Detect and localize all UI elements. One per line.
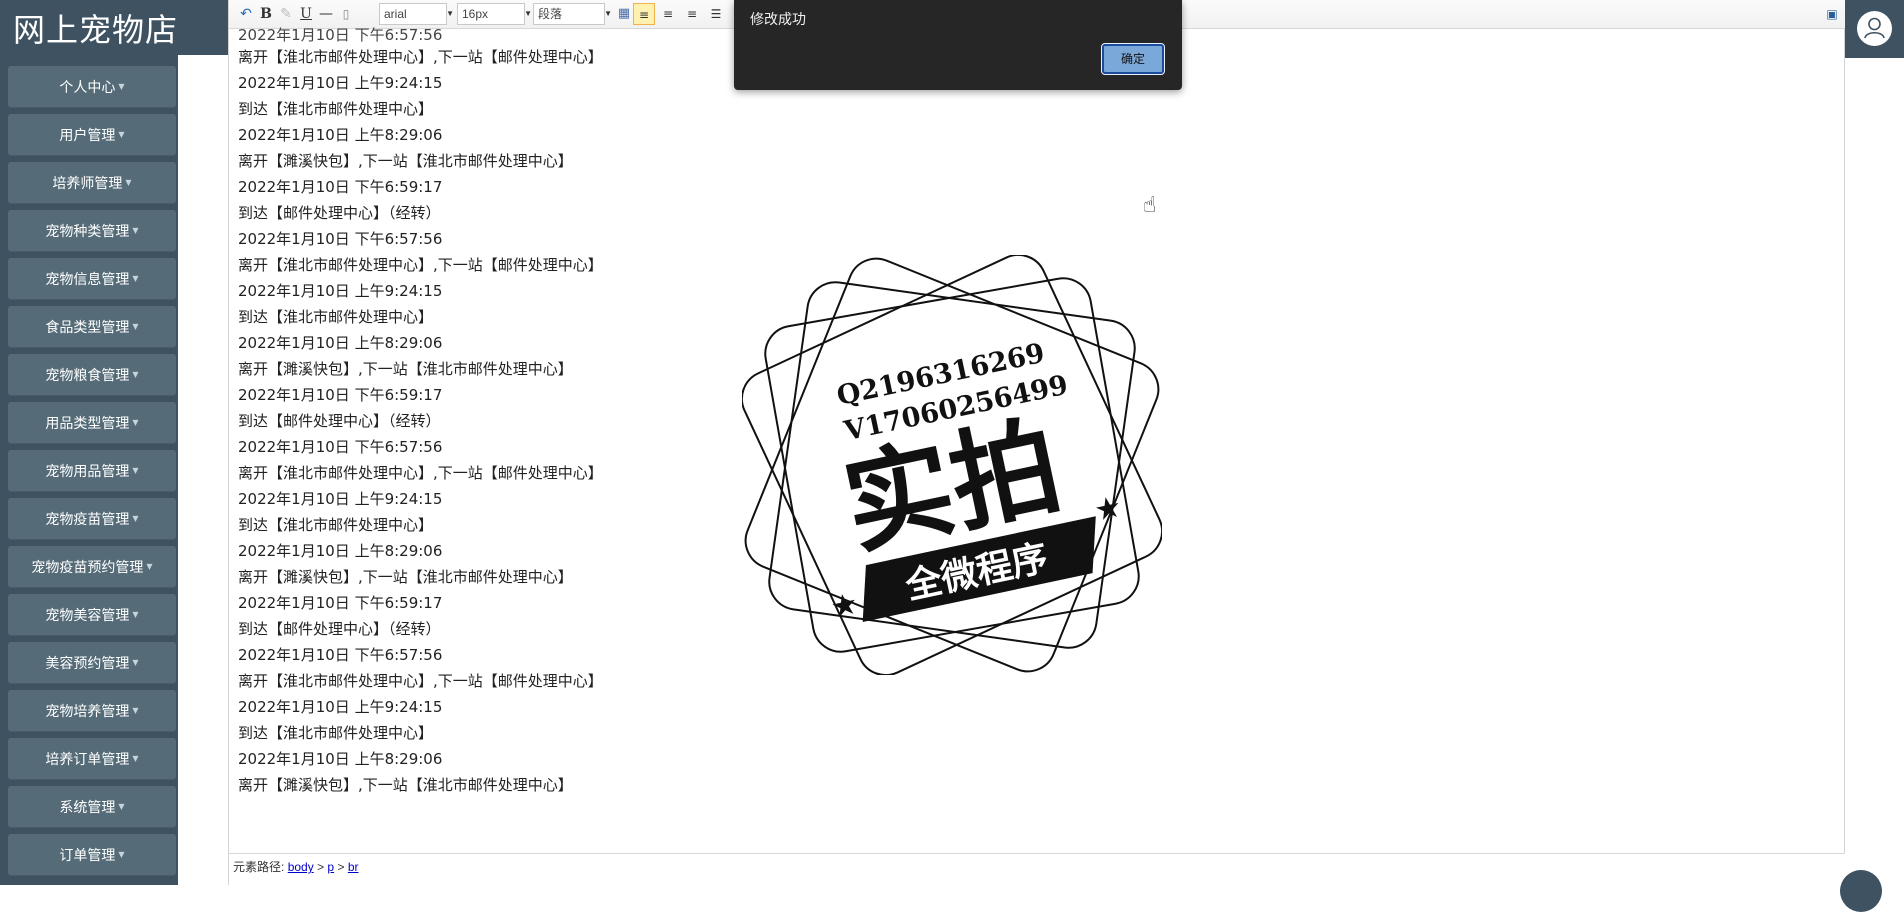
content-line: 到达【淮北市邮件处理中心】 bbox=[238, 516, 434, 534]
content-line: 2022年1月10日 下午6:57:56 bbox=[238, 26, 443, 44]
undo-icon[interactable]: ↶ bbox=[235, 3, 257, 25]
caret-down-icon: ▼ bbox=[132, 754, 139, 763]
dropdown-arrow-icon: ▼ bbox=[446, 9, 454, 18]
caret-down-icon: ▼ bbox=[132, 274, 139, 283]
fullscreen-icon[interactable]: ▣ bbox=[1821, 3, 1843, 25]
table-icon[interactable]: ▦ bbox=[613, 3, 635, 25]
sidebar-item-grooming[interactable]: 宠物美容管理 ▼ bbox=[8, 594, 176, 636]
content-line: 到达【邮件处理中心】（经转） bbox=[238, 204, 441, 222]
caret-down-icon: ▼ bbox=[132, 514, 139, 523]
content-line: 2022年1月10日 上午8:29:06 bbox=[238, 750, 443, 768]
sidebar-item-food-types[interactable]: 食品类型管理 ▼ bbox=[8, 306, 176, 348]
font-size-select[interactable]: 16px ▼ bbox=[457, 3, 532, 25]
svg-text:★: ★ bbox=[1091, 489, 1125, 529]
caret-down-icon: ▼ bbox=[118, 802, 125, 811]
content-line: 到达【邮件处理中心】（经转） bbox=[238, 620, 441, 638]
alert-dialog: 修改成功 确定 bbox=[734, 0, 1182, 90]
caret-down-icon: ▼ bbox=[132, 418, 139, 427]
content-line: 离开【濉溪快包】,下一站【淮北市邮件处理中心】 bbox=[238, 776, 573, 794]
paragraph-select[interactable]: 段落 ▼ bbox=[533, 3, 612, 25]
content-line: 2022年1月10日 上午9:24:15 bbox=[238, 698, 443, 716]
sidebar-item-pet-supplies[interactable]: 宠物用品管理 ▼ bbox=[8, 450, 176, 492]
underline-button[interactable]: U bbox=[295, 3, 317, 25]
caret-down-icon: ▼ bbox=[125, 178, 132, 187]
content-line: 2022年1月10日 上午8:29:06 bbox=[238, 126, 443, 144]
back-to-top-button[interactable] bbox=[1840, 870, 1882, 912]
align-justify-icon[interactable]: ☰ bbox=[705, 3, 727, 25]
align-center-icon[interactable]: ≡ bbox=[681, 3, 703, 25]
sidebar-item-personal-center[interactable]: 个人中心 ▼ bbox=[8, 66, 176, 108]
sidebar: 个人中心 ▼ 用户管理 ▼ 培养师管理 ▼ 宠物种类管理 ▼ 宠物信息管理 ▼ 食品类型管… bbox=[0, 61, 178, 885]
align-left-icon[interactable]: ≡ bbox=[633, 3, 655, 25]
content-line: 到达【邮件处理中心】（经转） bbox=[238, 412, 441, 430]
sidebar-item-pet-species[interactable]: 宠物种类管理 ▼ bbox=[8, 210, 176, 252]
content-line: 2022年1月10日 上午9:24:15 bbox=[238, 74, 443, 92]
watermark-stamp: Q2196316269 V17060256499 实拍 全微程序 ★ ★ bbox=[740, 253, 1164, 677]
content-line: 2022年1月10日 上午9:24:15 bbox=[238, 282, 443, 300]
content-line: 离开【淮北市邮件处理中心】,下一站【邮件处理中心】 bbox=[238, 464, 603, 482]
path-link-p[interactable]: p bbox=[327, 860, 334, 874]
content-line: 2022年1月10日 下午6:57:56 bbox=[238, 438, 443, 456]
caret-down-icon: ▼ bbox=[146, 562, 153, 571]
sidebar-item-training-orders[interactable]: 培养订单管理 ▼ bbox=[8, 738, 176, 780]
caret-down-icon: ▼ bbox=[132, 706, 139, 715]
sidebar-item-training[interactable]: 宠物培养管理 ▼ bbox=[8, 690, 176, 732]
content-line: 2022年1月10日 下午6:59:17 bbox=[238, 594, 443, 612]
content-line: 2022年1月10日 上午9:24:15 bbox=[238, 490, 443, 508]
path-link-body[interactable]: body bbox=[288, 860, 314, 874]
sidebar-item-grooming-booking[interactable]: 美容预约管理 ▼ bbox=[8, 642, 176, 684]
dropdown-arrow-icon: ▼ bbox=[524, 9, 532, 18]
content-line: 2022年1月10日 下午6:59:17 bbox=[238, 386, 443, 404]
sidebar-item-pet-info[interactable]: 宠物信息管理 ▼ bbox=[8, 258, 176, 300]
page-icon[interactable]: ▯ bbox=[335, 3, 357, 25]
content-line: 离开【濉溪快包】,下一站【淮北市邮件处理中心】 bbox=[238, 360, 573, 378]
content-line: 离开【濉溪快包】,下一站【淮北市邮件处理中心】 bbox=[238, 568, 573, 586]
sidebar-item-system[interactable]: 系统管理 ▼ bbox=[8, 786, 176, 828]
content-line: 2022年1月10日 上午8:29:06 bbox=[238, 542, 443, 560]
horizontal-rule-icon[interactable]: — bbox=[315, 3, 337, 25]
caret-down-icon: ▼ bbox=[118, 130, 125, 139]
format-painter-icon[interactable]: ✎ bbox=[275, 3, 297, 25]
user-icon bbox=[1857, 11, 1892, 46]
dialog-message: 修改成功 bbox=[750, 12, 806, 28]
hand-cursor-icon: ☝ bbox=[1143, 193, 1157, 218]
sidebar-item-pet-food[interactable]: 宠物粮食管理 ▼ bbox=[8, 354, 176, 396]
content-line: 2022年1月10日 上午8:29:06 bbox=[238, 334, 443, 352]
content-line: 2022年1月10日 下午6:59:17 bbox=[238, 178, 443, 196]
sidebar-item-supply-types[interactable]: 用品类型管理 ▼ bbox=[8, 402, 176, 444]
align-right-icon[interactable]: ≡ bbox=[657, 3, 679, 25]
user-menu[interactable] bbox=[1845, 0, 1904, 58]
content-line: 到达【淮北市邮件处理中心】 bbox=[238, 724, 434, 742]
content-line: 到达【淮北市邮件处理中心】 bbox=[238, 100, 434, 118]
caret-down-icon: ▼ bbox=[132, 466, 139, 475]
font-family-select[interactable]: arial ▼ bbox=[379, 3, 454, 25]
dialog-ok-button[interactable]: 确定 bbox=[1101, 43, 1165, 75]
content-line: 2022年1月10日 下午6:57:56 bbox=[238, 230, 443, 248]
svg-text:★: ★ bbox=[828, 586, 862, 626]
sidebar-item-users[interactable]: 用户管理 ▼ bbox=[8, 114, 176, 156]
caret-down-icon: ▼ bbox=[118, 850, 125, 859]
bold-button[interactable]: B bbox=[255, 3, 277, 25]
brand-title: 网上宠物店 bbox=[0, 0, 228, 61]
caret-down-icon: ▼ bbox=[132, 370, 139, 379]
element-path-bar: 元素路径: body > p > br bbox=[229, 853, 1845, 879]
sidebar-item-orders[interactable]: 订单管理 ▼ bbox=[8, 834, 176, 876]
sidebar-item-vaccine-booking[interactable]: 宠物疫苗预约管理 ▼ bbox=[8, 546, 176, 588]
dropdown-arrow-icon: ▼ bbox=[604, 9, 612, 18]
sidebar-item-trainers[interactable]: 培养师管理 ▼ bbox=[8, 162, 176, 204]
caret-down-icon: ▼ bbox=[118, 82, 125, 91]
content-line: 离开【淮北市邮件处理中心】,下一站【邮件处理中心】 bbox=[238, 256, 603, 274]
content-line: 离开【淮北市邮件处理中心】,下一站【邮件处理中心】 bbox=[238, 48, 603, 66]
caret-down-icon: ▼ bbox=[132, 322, 139, 331]
caret-down-icon: ▼ bbox=[132, 610, 139, 619]
path-link-br[interactable]: br bbox=[348, 860, 359, 874]
caret-down-icon: ▼ bbox=[132, 658, 139, 667]
content-line: 2022年1月10日 下午6:57:56 bbox=[238, 646, 443, 664]
sidebar-item-vaccines[interactable]: 宠物疫苗管理 ▼ bbox=[8, 498, 176, 540]
caret-down-icon: ▼ bbox=[132, 226, 139, 235]
content-line: 到达【淮北市邮件处理中心】 bbox=[238, 308, 434, 326]
content-line: 离开【淮北市邮件处理中心】,下一站【邮件处理中心】 bbox=[238, 672, 603, 690]
content-line: 离开【濉溪快包】,下一站【淮北市邮件处理中心】 bbox=[238, 152, 573, 170]
